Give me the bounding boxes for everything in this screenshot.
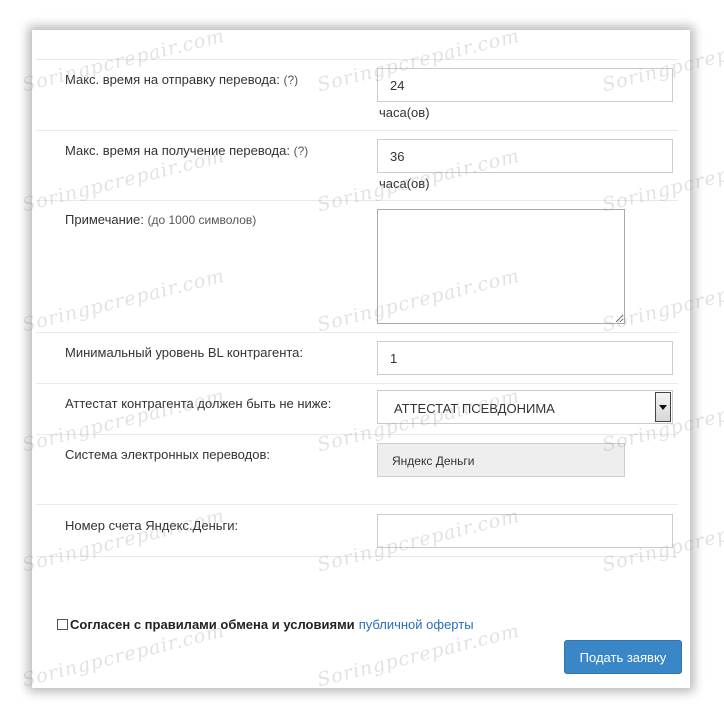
send-time-help-hint[interactable]: (?) <box>283 73 298 87</box>
receive-time-help-hint[interactable]: (?) <box>294 144 309 158</box>
payment-system-value: Яндекс Деньги <box>392 454 475 468</box>
min-bl-input[interactable] <box>377 341 673 375</box>
receive-time-unit: часа(ов) <box>379 176 430 191</box>
attestat-label: Аттестат контрагента должен быть не ниже… <box>65 396 332 411</box>
row-divider <box>36 332 678 333</box>
submit-button[interactable]: Подать заявку <box>564 640 682 674</box>
send-time-label-text: Макс. время на отправку перевода: <box>65 72 280 87</box>
receive-time-input[interactable] <box>377 139 673 173</box>
note-label-text: Примечание: <box>65 212 144 227</box>
row-divider <box>36 434 678 435</box>
public-offer-link[interactable]: публичной оферты <box>359 617 474 632</box>
send-time-label: Макс. время на отправку перевода: (?) <box>65 72 298 87</box>
payment-system-label: Система электронных переводов: <box>65 447 270 462</box>
note-textarea[interactable] <box>377 209 625 324</box>
chevron-down-icon <box>659 405 667 410</box>
row-divider <box>36 130 678 131</box>
row-divider <box>36 59 678 60</box>
row-divider <box>36 383 678 384</box>
send-time-unit: часа(ов) <box>379 105 430 120</box>
note-label: Примечание: (до 1000 символов) <box>65 212 256 227</box>
payment-system-field: Яндекс Деньги <box>377 443 625 477</box>
agreement-row: Согласен с правилами обмена и условиями … <box>57 617 474 632</box>
dropdown-toggle[interactable] <box>655 392 671 422</box>
receive-time-label: Макс. время на получение перевода: (?) <box>65 143 308 158</box>
account-input[interactable] <box>377 514 673 548</box>
agreement-text: Согласен с правилами обмена и условиями <box>70 617 355 632</box>
attestat-select[interactable]: АТТЕСТАТ ПСЕВДОНИМА <box>377 390 673 424</box>
account-label: Номер счета Яндекс.Деньги: <box>65 518 239 533</box>
receive-time-label-text: Макс. время на получение перевода: <box>65 143 290 158</box>
note-length-hint: (до 1000 символов) <box>147 213 257 227</box>
row-divider <box>36 504 678 505</box>
agreement-checkbox[interactable] <box>57 619 68 630</box>
row-divider <box>36 556 678 557</box>
send-time-input[interactable] <box>377 68 673 102</box>
attestat-selected-value: АТТЕСТАТ ПСЕВДОНИМА <box>394 401 555 416</box>
screenshot-canvas: Макс. время на отправку перевода: (?) ча… <box>0 0 724 722</box>
min-bl-label: Минимальный уровень BL контрагента: <box>65 345 304 360</box>
row-divider <box>36 200 678 201</box>
